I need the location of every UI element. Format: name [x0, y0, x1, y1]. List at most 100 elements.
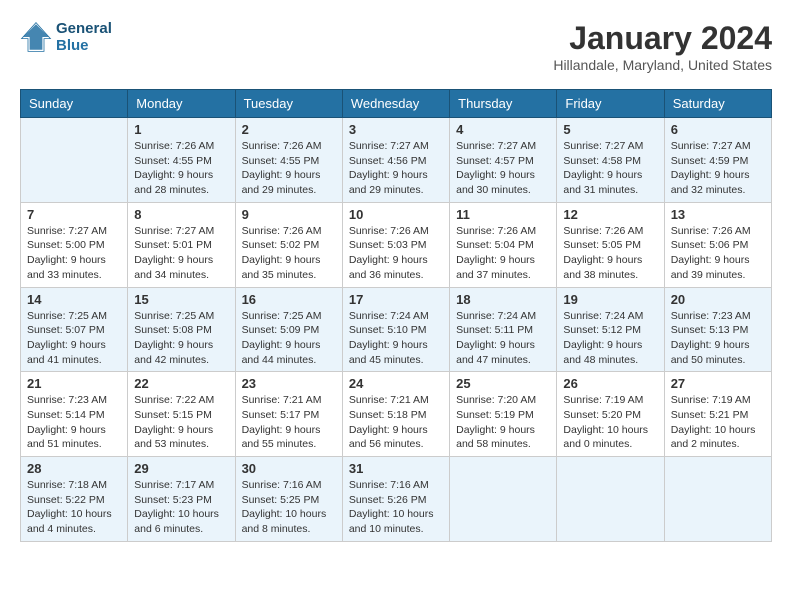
header-thursday: Thursday: [450, 90, 557, 118]
day-number: 5: [563, 122, 657, 137]
day-info: Sunrise: 7:26 AM Sunset: 5:06 PM Dayligh…: [671, 224, 765, 283]
day-info: Sunrise: 7:24 AM Sunset: 5:12 PM Dayligh…: [563, 309, 657, 368]
day-number: 3: [349, 122, 443, 137]
day-info: Sunrise: 7:20 AM Sunset: 5:19 PM Dayligh…: [456, 393, 550, 452]
calendar-week-3: 14 Sunrise: 7:25 AM Sunset: 5:07 PM Dayli…: [21, 287, 772, 372]
day-number: 23: [242, 376, 336, 391]
logo-line2: Blue: [56, 37, 112, 54]
calendar-cell: 11 Sunrise: 7:26 AM Sunset: 5:04 PM Dayli…: [450, 202, 557, 287]
day-number: 11: [456, 207, 550, 222]
day-info: Sunrise: 7:25 AM Sunset: 5:08 PM Dayligh…: [134, 309, 228, 368]
day-number: 20: [671, 292, 765, 307]
calendar-header-row: SundayMondayTuesdayWednesdayThursdayFrid…: [21, 90, 772, 118]
logo-line1: General: [56, 20, 112, 37]
calendar-cell: 28 Sunrise: 7:18 AM Sunset: 5:22 PM Dayli…: [21, 457, 128, 542]
day-info: Sunrise: 7:19 AM Sunset: 5:21 PM Dayligh…: [671, 393, 765, 452]
day-number: 8: [134, 207, 228, 222]
day-info: Sunrise: 7:26 AM Sunset: 4:55 PM Dayligh…: [242, 139, 336, 198]
day-number: 21: [27, 376, 121, 391]
calendar-cell: 9 Sunrise: 7:26 AM Sunset: 5:02 PM Daylig…: [235, 202, 342, 287]
day-info: Sunrise: 7:25 AM Sunset: 5:09 PM Dayligh…: [242, 309, 336, 368]
day-info: Sunrise: 7:17 AM Sunset: 5:23 PM Dayligh…: [134, 478, 228, 537]
header-saturday: Saturday: [664, 90, 771, 118]
calendar-table: SundayMondayTuesdayWednesdayThursdayFrid…: [20, 89, 772, 542]
calendar-cell: 21 Sunrise: 7:23 AM Sunset: 5:14 PM Dayli…: [21, 372, 128, 457]
day-number: 16: [242, 292, 336, 307]
calendar-cell: 22 Sunrise: 7:22 AM Sunset: 5:15 PM Dayli…: [128, 372, 235, 457]
day-info: Sunrise: 7:23 AM Sunset: 5:14 PM Dayligh…: [27, 393, 121, 452]
calendar-cell: 4 Sunrise: 7:27 AM Sunset: 4:57 PM Daylig…: [450, 118, 557, 203]
calendar-cell: 14 Sunrise: 7:25 AM Sunset: 5:07 PM Dayli…: [21, 287, 128, 372]
location: Hillandale, Maryland, United States: [553, 57, 772, 73]
day-number: 27: [671, 376, 765, 391]
day-info: Sunrise: 7:19 AM Sunset: 5:20 PM Dayligh…: [563, 393, 657, 452]
day-number: 26: [563, 376, 657, 391]
day-number: 28: [27, 461, 121, 476]
day-info: Sunrise: 7:26 AM Sunset: 5:05 PM Dayligh…: [563, 224, 657, 283]
calendar-cell: 20Sunrise: 7:23 AM Sunset: 5:13 PM Dayli…: [664, 287, 771, 372]
calendar-cell: 13Sunrise: 7:26 AM Sunset: 5:06 PM Dayli…: [664, 202, 771, 287]
day-number: 7: [27, 207, 121, 222]
day-number: 17: [349, 292, 443, 307]
header-wednesday: Wednesday: [342, 90, 449, 118]
day-info: Sunrise: 7:21 AM Sunset: 5:18 PM Dayligh…: [349, 393, 443, 452]
day-number: 22: [134, 376, 228, 391]
calendar-cell: 19 Sunrise: 7:24 AM Sunset: 5:12 PM Dayli…: [557, 287, 664, 372]
day-number: 4: [456, 122, 550, 137]
calendar-cell: 6 Sunrise: 7:27 AM Sunset: 4:59 PM Daylig…: [664, 118, 771, 203]
calendar-cell: 5Sunrise: 7:27 AM Sunset: 4:58 PM Daylig…: [557, 118, 664, 203]
calendar-cell: [664, 457, 771, 542]
day-info: Sunrise: 7:27 AM Sunset: 4:59 PM Dayligh…: [671, 139, 765, 198]
day-number: 19: [563, 292, 657, 307]
logo: General Blue: [20, 20, 112, 54]
day-info: Sunrise: 7:27 AM Sunset: 5:00 PM Dayligh…: [27, 224, 121, 283]
header-tuesday: Tuesday: [235, 90, 342, 118]
day-info: Sunrise: 7:27 AM Sunset: 4:56 PM Dayligh…: [349, 139, 443, 198]
calendar-week-4: 21 Sunrise: 7:23 AM Sunset: 5:14 PM Dayli…: [21, 372, 772, 457]
title-block: January 2024 Hillandale, Maryland, Unite…: [553, 20, 772, 73]
header-monday: Monday: [128, 90, 235, 118]
calendar-cell: 29Sunrise: 7:17 AM Sunset: 5:23 PM Dayli…: [128, 457, 235, 542]
day-info: Sunrise: 7:26 AM Sunset: 5:04 PM Dayligh…: [456, 224, 550, 283]
day-info: Sunrise: 7:26 AM Sunset: 4:55 PM Dayligh…: [134, 139, 228, 198]
day-number: 25: [456, 376, 550, 391]
day-info: Sunrise: 7:27 AM Sunset: 4:57 PM Dayligh…: [456, 139, 550, 198]
calendar-cell: 18Sunrise: 7:24 AM Sunset: 5:11 PM Dayli…: [450, 287, 557, 372]
day-info: Sunrise: 7:24 AM Sunset: 5:11 PM Dayligh…: [456, 309, 550, 368]
day-info: Sunrise: 7:22 AM Sunset: 5:15 PM Dayligh…: [134, 393, 228, 452]
header-friday: Friday: [557, 90, 664, 118]
calendar-cell: 2 Sunrise: 7:26 AM Sunset: 4:55 PM Daylig…: [235, 118, 342, 203]
day-info: Sunrise: 7:16 AM Sunset: 5:25 PM Dayligh…: [242, 478, 336, 537]
calendar-cell: 8Sunrise: 7:27 AM Sunset: 5:01 PM Daylig…: [128, 202, 235, 287]
day-number: 24: [349, 376, 443, 391]
calendar-cell: 31 Sunrise: 7:16 AM Sunset: 5:26 PM Dayli…: [342, 457, 449, 542]
calendar-cell: 1 Sunrise: 7:26 AM Sunset: 4:55 PM Daylig…: [128, 118, 235, 203]
day-number: 1: [134, 122, 228, 137]
calendar-cell: 26 Sunrise: 7:19 AM Sunset: 5:20 PM Dayli…: [557, 372, 664, 457]
day-number: 10: [349, 207, 443, 222]
calendar-cell: 17Sunrise: 7:24 AM Sunset: 5:10 PM Dayli…: [342, 287, 449, 372]
day-number: 12: [563, 207, 657, 222]
day-info: Sunrise: 7:25 AM Sunset: 5:07 PM Dayligh…: [27, 309, 121, 368]
day-info: Sunrise: 7:18 AM Sunset: 5:22 PM Dayligh…: [27, 478, 121, 537]
calendar-cell: 7 Sunrise: 7:27 AM Sunset: 5:00 PM Daylig…: [21, 202, 128, 287]
calendar-cell: 30 Sunrise: 7:16 AM Sunset: 5:25 PM Dayli…: [235, 457, 342, 542]
month-title: January 2024: [553, 20, 772, 57]
day-number: 2: [242, 122, 336, 137]
calendar-week-5: 28 Sunrise: 7:18 AM Sunset: 5:22 PM Dayli…: [21, 457, 772, 542]
day-info: Sunrise: 7:26 AM Sunset: 5:03 PM Dayligh…: [349, 224, 443, 283]
day-number: 31: [349, 461, 443, 476]
calendar-cell: [557, 457, 664, 542]
day-number: 6: [671, 122, 765, 137]
day-number: 30: [242, 461, 336, 476]
header-sunday: Sunday: [21, 90, 128, 118]
calendar-week-1: 1 Sunrise: 7:26 AM Sunset: 4:55 PM Daylig…: [21, 118, 772, 203]
day-number: 14: [27, 292, 121, 307]
calendar-week-2: 7 Sunrise: 7:27 AM Sunset: 5:00 PM Daylig…: [21, 202, 772, 287]
day-number: 9: [242, 207, 336, 222]
day-info: Sunrise: 7:16 AM Sunset: 5:26 PM Dayligh…: [349, 478, 443, 537]
calendar-cell: 3 Sunrise: 7:27 AM Sunset: 4:56 PM Daylig…: [342, 118, 449, 203]
day-info: Sunrise: 7:26 AM Sunset: 5:02 PM Dayligh…: [242, 224, 336, 283]
calendar-cell: 12 Sunrise: 7:26 AM Sunset: 5:05 PM Dayli…: [557, 202, 664, 287]
calendar-cell: 15Sunrise: 7:25 AM Sunset: 5:08 PM Dayli…: [128, 287, 235, 372]
